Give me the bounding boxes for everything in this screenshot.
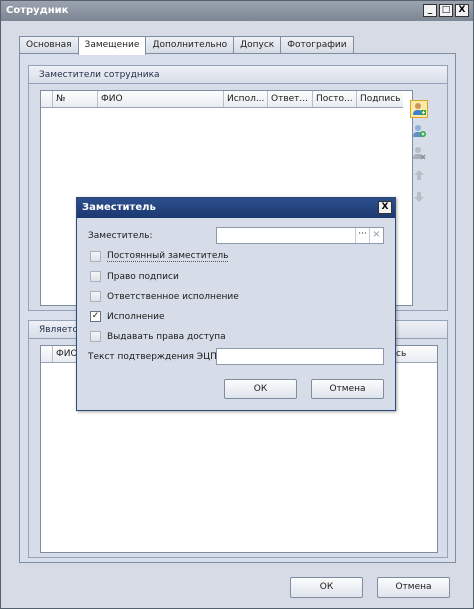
checkbox[interactable] [90, 251, 101, 262]
checkbox-execution[interactable]: ✓ Исполнение [90, 311, 165, 322]
maximize-button[interactable]: □ [439, 4, 453, 17]
arrow-down-icon[interactable] [410, 188, 428, 206]
deputies-group-title: Заместители сотрудника [29, 66, 447, 84]
checkmark-icon[interactable]: ✓ [90, 311, 101, 322]
window-title: Сотрудник [6, 5, 69, 16]
minimize-button[interactable]: _ [423, 4, 437, 17]
cancel-button[interactable]: Отмена [377, 577, 450, 598]
deputy-label: Заместитель: [88, 231, 153, 241]
dialog-ok-button[interactable]: ОК [224, 379, 297, 399]
dialog-cancel-button[interactable]: Отмена [311, 379, 384, 399]
checkbox[interactable] [90, 291, 101, 302]
checkbox-sign-right[interactable]: Право подписи [90, 271, 179, 282]
tab-access[interactable]: Допуск [233, 36, 282, 54]
ellipsis-button[interactable]: ··· [355, 228, 369, 243]
window-titlebar: Сотрудник _ □ X [1, 1, 473, 21]
checkbox[interactable] [90, 271, 101, 282]
dialog-close-button[interactable]: X [378, 201, 392, 214]
checkbox-permanent-deputy[interactable]: Постоянный заместитель [90, 251, 229, 262]
column-responsible[interactable]: Ответ... [268, 91, 313, 107]
checkbox-grant-access[interactable]: Выдавать права доступа [90, 331, 226, 342]
deputy-dialog: Заместитель X Заместитель: ··· × Постоян… [76, 197, 396, 411]
checkbox-label: Постоянный заместитель [107, 251, 229, 262]
close-window-button[interactable]: X [455, 4, 469, 17]
tab-substitution[interactable]: Замещение [77, 36, 147, 55]
grid-indicator-column [41, 346, 53, 362]
deputies-toolbar [408, 100, 430, 206]
column-signature[interactable]: Подпись [357, 91, 403, 107]
deputies-grid-header: № ФИО Испол... Ответ... Посто... Подпись [41, 91, 403, 108]
deputy-field[interactable]: ··· × [216, 227, 384, 244]
grid-indicator-column [41, 91, 53, 107]
add-icon[interactable] [410, 122, 428, 140]
column-execution[interactable]: Испол... [224, 91, 268, 107]
tab-main[interactable]: Основная [19, 36, 79, 54]
checkbox-responsible-execution[interactable]: Ответственное исполнение [90, 291, 239, 302]
tab-strip: Основная Замещение Дополнительно Допуск … [19, 36, 354, 55]
ecp-text-input[interactable] [216, 348, 384, 365]
add-user-icon[interactable] [410, 100, 428, 118]
checkbox-label: Право подписи [107, 271, 179, 282]
column-number[interactable]: № [53, 91, 98, 107]
checkbox-label: Ответственное исполнение [107, 291, 239, 302]
ecp-label: Текст подтверждения ЭЦП: [88, 352, 220, 362]
tab-photos[interactable]: Фотографии [280, 36, 354, 54]
dialog-title: Заместитель [82, 202, 156, 213]
clear-button[interactable]: × [369, 228, 383, 243]
arrow-up-icon[interactable] [410, 166, 428, 184]
checkbox[interactable] [90, 331, 101, 342]
ok-button[interactable]: ОК [290, 577, 363, 598]
remove-user-icon[interactable] [410, 144, 428, 162]
column-permanent[interactable]: Посто... [313, 91, 357, 107]
checkbox-label: Выдавать права доступа [107, 331, 226, 342]
tab-additional[interactable]: Дополнительно [145, 36, 235, 54]
checkbox-label: Исполнение [107, 311, 165, 322]
column-fio[interactable]: ФИО [98, 91, 224, 107]
dialog-titlebar: Заместитель X [77, 198, 395, 218]
